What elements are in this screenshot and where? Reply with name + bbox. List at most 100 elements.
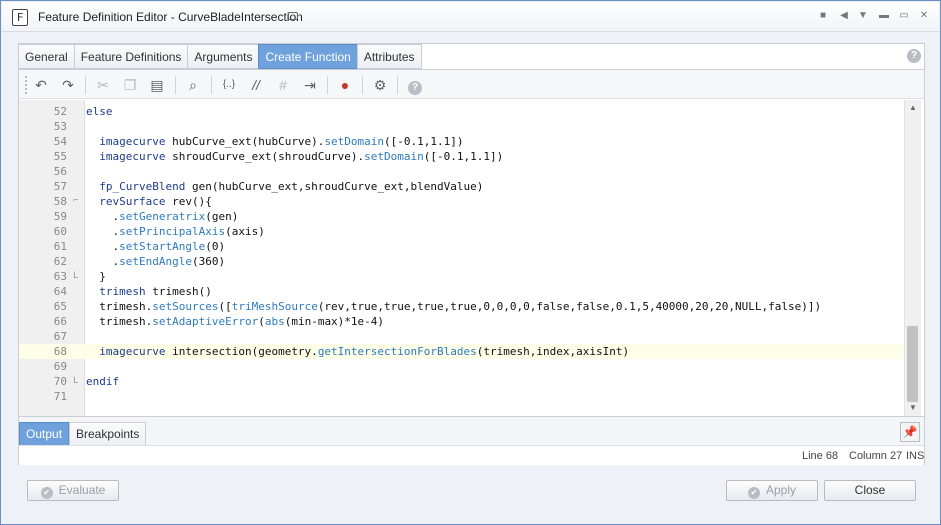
apply-label: Apply — [765, 483, 797, 497]
line-number: 69 — [53, 360, 67, 373]
code-token: (min-max)*1e-4) — [284, 315, 385, 328]
apply-button[interactable]: ✔ Apply — [726, 480, 818, 501]
code-line[interactable]: 55 imagecurve shroudCurve_ext(shroudCurv… — [19, 149, 906, 164]
line-number: 60 — [53, 225, 67, 238]
copy-icon[interactable]: ❐ — [120, 75, 140, 95]
tab-general[interactable]: General — [18, 44, 74, 69]
window-title: Feature Definition Editor - CurveBladeIn… — [38, 10, 303, 24]
tab-create-function[interactable]: Create Function — [258, 44, 357, 69]
code-line[interactable]: 71 — [19, 389, 906, 404]
fold-marker-icon[interactable]: L — [73, 374, 78, 389]
code-token: trimesh. — [86, 315, 153, 328]
maximize-icon[interactable]: ▭ — [898, 10, 910, 22]
code-token: (axis) — [225, 225, 265, 238]
code-method: setGeneratrix — [119, 210, 206, 223]
code-token: } — [86, 270, 106, 283]
code-line[interactable]: 61 .setStartAngle(0) — [19, 239, 906, 254]
comment-icon[interactable]: // — [246, 75, 266, 95]
code-line[interactable]: 68 imagecurve intersection(geometry.getI… — [19, 344, 906, 359]
code-text: imagecurve shroudCurve_ext(shroudCurve).… — [86, 149, 503, 164]
code-text: trimesh.setAdaptiveError(abs(min-max)*1e… — [86, 314, 384, 329]
code-line[interactable]: 67 — [19, 329, 906, 344]
breakpoint-icon[interactable]: ● — [335, 75, 355, 95]
line-number: 64 — [53, 285, 67, 298]
minimize-icon[interactable]: ▬ — [878, 10, 890, 22]
code-line[interactable]: 64 trimesh trimesh() — [19, 284, 906, 299]
code-line[interactable]: 65 trimesh.setSources([triMeshSource(rev… — [19, 299, 906, 314]
settings-icon[interactable]: ⚙ — [370, 75, 390, 95]
paste-icon[interactable]: ▤ — [147, 75, 167, 95]
tab-breakpoints[interactable]: Breakpoints — [69, 422, 147, 446]
code-token: . — [86, 240, 120, 253]
code-token: (rev,true,true,true,true,0,0,0,0,false,f… — [317, 300, 822, 313]
line-number: 66 — [53, 315, 67, 328]
app-icon: F — [12, 9, 28, 26]
title-bar[interactable]: F Feature Definition Editor - CurveBlade… — [2, 2, 939, 32]
uncomment-icon[interactable]: # — [273, 75, 293, 95]
pin-icon[interactable]: 📌 — [900, 422, 920, 442]
help-icon[interactable]: ? — [907, 49, 921, 63]
line-number: 53 — [53, 120, 67, 133]
line-number: 58 — [53, 195, 67, 208]
tab-bar: General Feature Definitions Arguments Cr… — [18, 44, 422, 69]
tab-arguments[interactable]: Arguments — [187, 44, 259, 69]
evaluate-button[interactable]: ✔ Evaluate — [27, 480, 119, 501]
help-icon[interactable]: ? — [405, 75, 425, 95]
code-line[interactable]: 54 imagecurve hubCurve_ext(hubCurve).set… — [19, 134, 906, 149]
code-editor[interactable]: 52 else 53 54 imagecurve hubCurve_ext(hubCu… — [19, 100, 906, 416]
find-icon[interactable]: ⌕ — [183, 75, 203, 95]
restore-icon[interactable] — [288, 12, 298, 20]
code-token: ([-0.1,1.1]) — [384, 135, 464, 148]
code-line[interactable]: 66 trimesh.setAdaptiveError(abs(min-max)… — [19, 314, 906, 329]
tab-output[interactable]: Output — [19, 422, 70, 446]
code-line[interactable]: 60 .setPrincipalAxis(axis) — [19, 224, 906, 239]
bottom-panel-tabs: Output Breakpoints 📌 — [19, 416, 924, 446]
code-method: setPrincipalAxis — [119, 225, 226, 238]
tab-attributes[interactable]: Attributes — [356, 44, 422, 69]
close-button[interactable]: Close — [824, 480, 916, 501]
scroll-down-icon[interactable]: ▼ — [908, 403, 918, 413]
cut-icon[interactable]: ✂ — [93, 75, 113, 95]
code-token: (gen) — [205, 210, 239, 223]
code-line[interactable]: 52 else — [19, 104, 906, 119]
code-method: triMeshSource — [231, 300, 318, 313]
code-line[interactable]: 57 fp_CurveBlend gen(hubCurve_ext,shroud… — [19, 179, 906, 194]
next-icon[interactable]: ▼ — [857, 10, 869, 22]
close-icon[interactable]: ✕ — [918, 10, 930, 22]
scroll-up-icon[interactable]: ▲ — [908, 103, 918, 113]
braces-icon[interactable]: {..} — [219, 75, 239, 95]
code-text: imagecurve hubCurve_ext(hubCurve).setDom… — [86, 134, 464, 149]
editor-vertical-scrollbar[interactable]: ▲ ▼ — [904, 100, 921, 416]
line-number: 70 — [53, 375, 67, 388]
toolbar-grip[interactable] — [25, 76, 27, 94]
prev-icon[interactable]: ◀ — [838, 10, 850, 22]
code-text: .setPrincipalAxis(axis) — [86, 224, 265, 239]
code-line[interactable]: 70 Lendif — [19, 374, 906, 389]
code-line[interactable]: 58 ⌐ revSurface rev(){ — [19, 194, 906, 209]
code-line[interactable]: 53 — [19, 119, 906, 134]
code-line[interactable]: 69 — [19, 359, 906, 374]
code-token: . — [86, 225, 120, 238]
tab-feature-definitions[interactable]: Feature Definitions — [73, 44, 188, 69]
toolbar-separator — [175, 76, 176, 94]
code-token: gen(hubCurve_ext,shroudCurve_ext,blendVa… — [185, 180, 484, 193]
code-token: . — [86, 255, 120, 268]
status-insert-mode: INS — [906, 450, 925, 462]
indent-icon[interactable]: ⇥ — [300, 75, 320, 95]
status-column: Column 27 — [849, 450, 903, 462]
stop-icon[interactable]: ■ — [817, 10, 829, 22]
toolbar-separator — [397, 76, 398, 94]
line-number: 65 — [53, 300, 67, 313]
undo-icon[interactable]: ↶ — [31, 75, 51, 95]
code-line[interactable]: 62 .setEndAngle(360) — [19, 254, 906, 269]
code-keyword: imagecurve — [86, 135, 166, 148]
line-number: 59 — [53, 210, 67, 223]
status-line: Line 68 — [802, 450, 839, 462]
fold-marker-icon[interactable]: L — [73, 269, 78, 284]
code-line[interactable]: 63 L } — [19, 269, 906, 284]
code-line[interactable]: 56 — [19, 164, 906, 179]
scrollbar-thumb[interactable] — [907, 326, 918, 402]
code-line[interactable]: 59 .setGeneratrix(gen) — [19, 209, 906, 224]
fold-marker-icon[interactable]: ⌐ — [73, 194, 78, 209]
redo-icon[interactable]: ↷ — [58, 75, 78, 95]
